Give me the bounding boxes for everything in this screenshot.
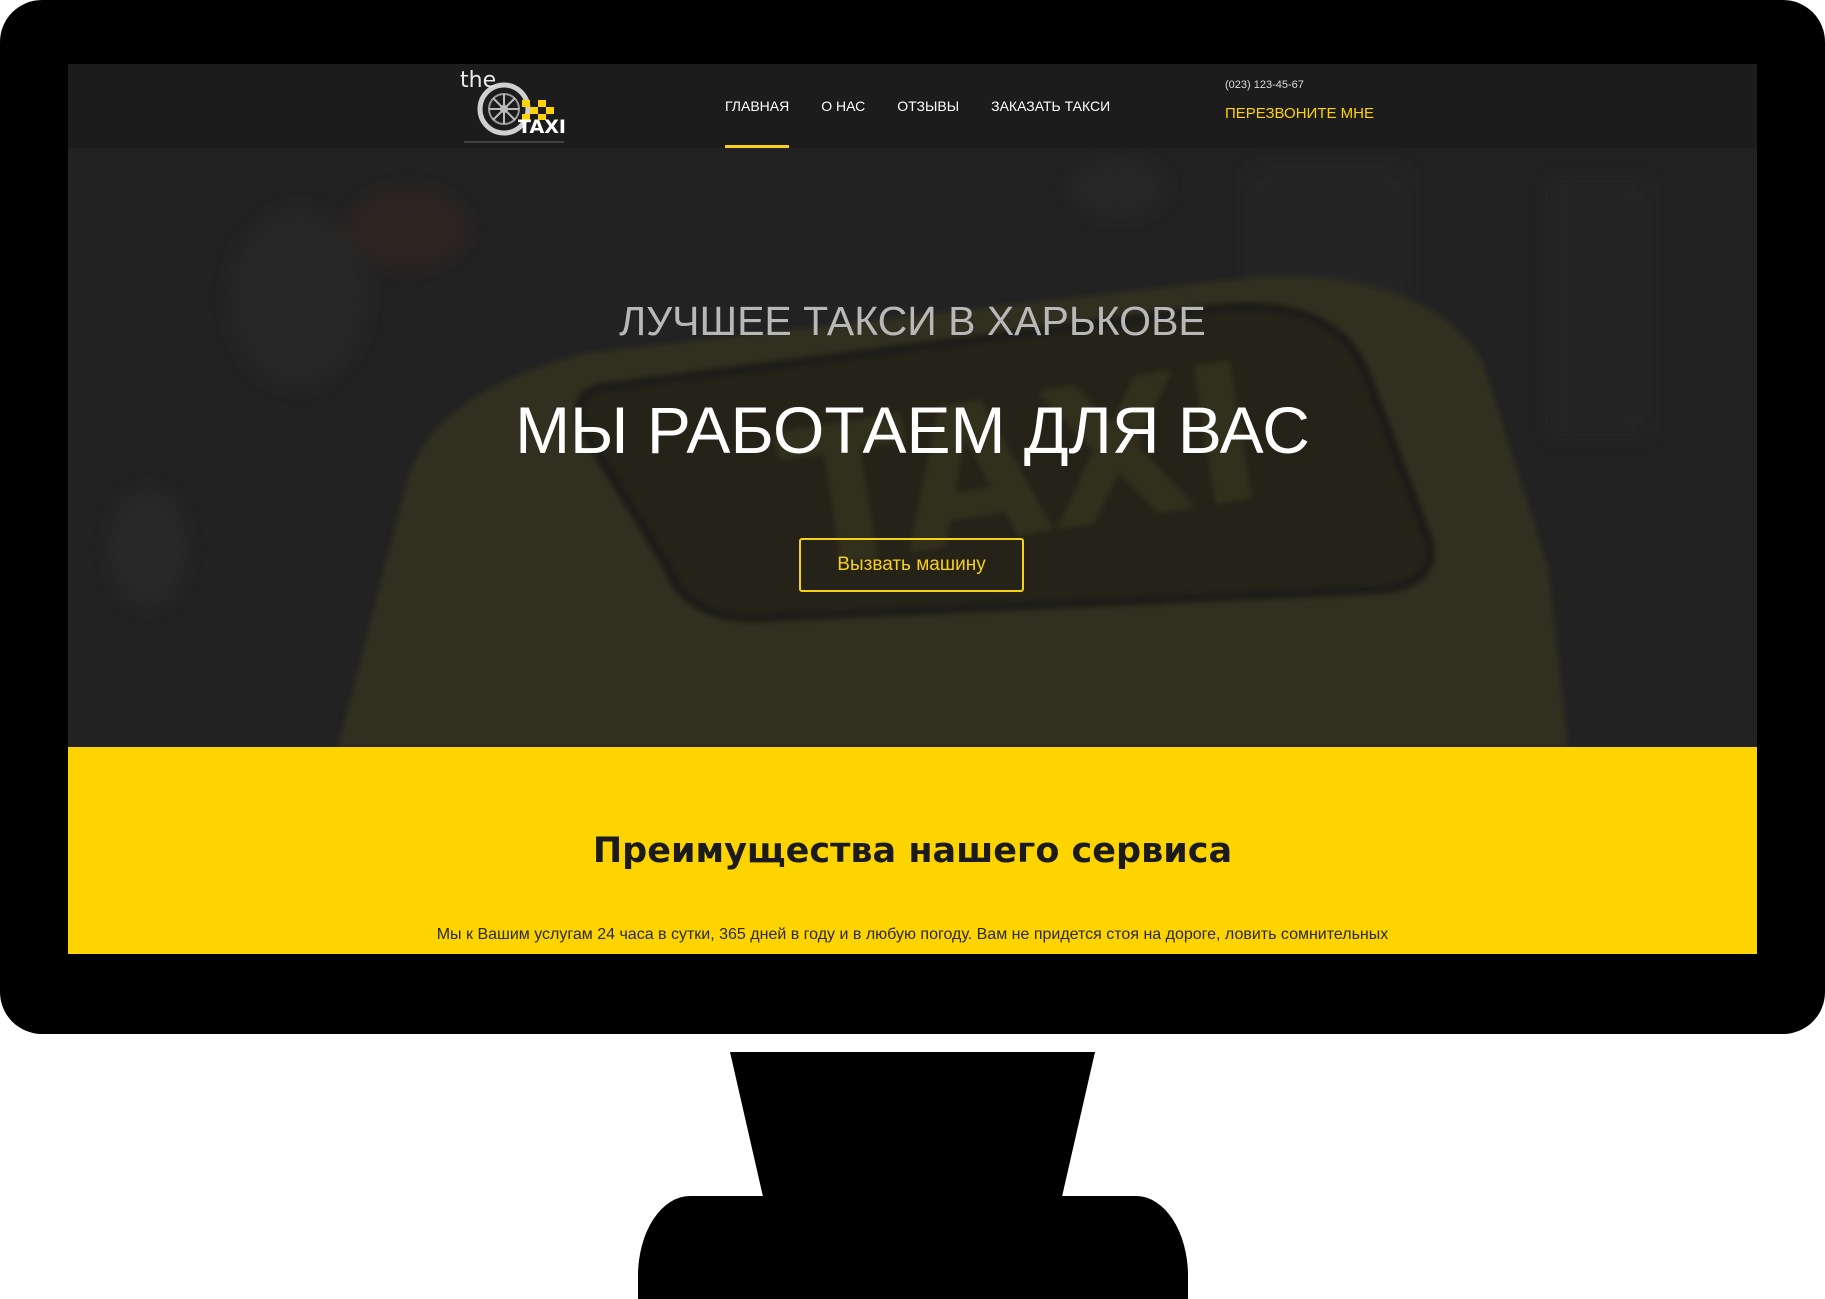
- monitor-screen: the TAXI ГЛАВНАЯ О НАС ОТЗЫВЫ ЗАКАЗАТЬ Т…: [68, 64, 1757, 954]
- hero-title: МЫ РАБОТАЕМ ДЛЯ ВАС: [515, 393, 1310, 467]
- monitor-stand-base: [638, 1196, 1188, 1299]
- advantages-text: Мы к Вашим услугам 24 часа в сутки, 365 …: [436, 926, 1389, 943]
- nav-item-order-taxi[interactable]: ЗАКАЗАТЬ ТАКСИ: [991, 64, 1110, 148]
- phone-number: (023) 123-45-67: [1225, 79, 1304, 91]
- logo[interactable]: the TAXI: [458, 66, 573, 146]
- hero-section: TAXI ЛУЧШЕЕ ТАКСИ В ХАРЬКОВЕ МЫ РАБОТАЕМ…: [68, 148, 1757, 747]
- logo-the-text: the: [460, 68, 497, 93]
- site-header: the TAXI ГЛАВНАЯ О НАС ОТЗЫВЫ ЗАКАЗАТЬ Т…: [68, 64, 1757, 149]
- hero-subtitle: ЛУЧШЕЕ ТАКСИ В ХАРЬКОВЕ: [619, 298, 1206, 344]
- advantages-title: Преимущества нашего сервиса: [592, 831, 1233, 871]
- advantages-section: Преимущества нашего сервиса Мы к Вашим у…: [68, 747, 1757, 954]
- nav-item-home[interactable]: ГЛАВНАЯ: [725, 64, 790, 148]
- nav-item-reviews[interactable]: ОТЗЫВЫ: [897, 64, 959, 148]
- logo-taxi-text: TAXI: [518, 116, 566, 138]
- main-nav: ГЛАВНАЯ О НАС ОТЗЫВЫ ЗАКАЗАТЬ ТАКСИ: [725, 64, 1142, 148]
- callback-link[interactable]: ПЕРЕЗВОНИТЕ МНЕ: [1225, 105, 1374, 122]
- call-car-button[interactable]: Вызвать машину: [799, 538, 1024, 592]
- nav-item-about[interactable]: О НАС: [821, 64, 865, 148]
